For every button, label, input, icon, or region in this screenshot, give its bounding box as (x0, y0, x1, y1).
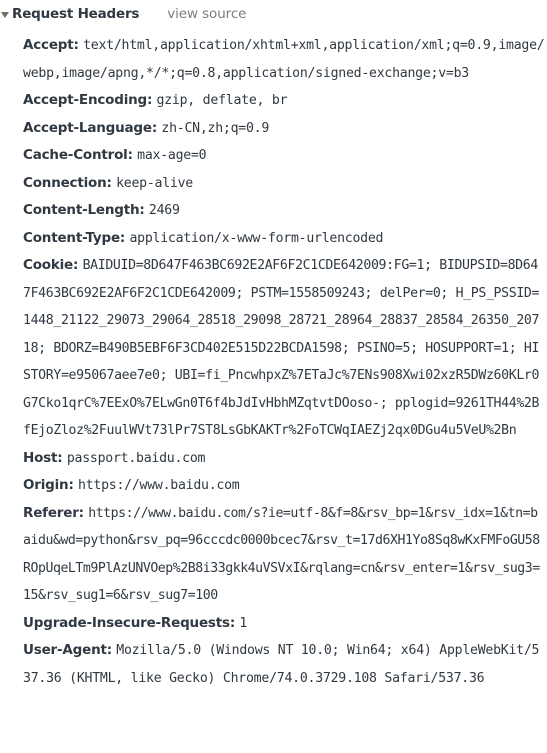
header-value: https://www.baidu.com/s?ie=utf-8&f=8&rsv… (23, 505, 540, 604)
header-row-accept-encoding[interactable]: Accept-Encoding: gzip, deflate, br (23, 87, 545, 115)
header-value: zh-CN,zh;q=0.9 (161, 120, 270, 136)
header-name: Cache-Control: (23, 147, 133, 163)
request-headers-section-header[interactable]: Request Headers view source (0, 2, 246, 26)
header-value: passport.baidu.com (66, 450, 206, 466)
header-row-connection[interactable]: Connection: keep-alive (23, 170, 545, 198)
header-name: Content-Length: (23, 202, 145, 218)
header-value: max-age=0 (137, 148, 207, 163)
header-name: Connection: (23, 174, 112, 191)
header-row-referer[interactable]: Referer: https://www.baidu.com/s?ie=utf-… (23, 500, 545, 610)
header-value: application/x-www-form-urlencoded (129, 230, 384, 246)
header-name: Content-Type: (23, 229, 126, 246)
request-headers-list: Accept: text/html,application/xhtml+xml,… (23, 32, 545, 692)
header-row-host[interactable]: Host: passport.baidu.com (23, 445, 545, 473)
header-name: Accept-Language: (23, 119, 158, 136)
header-value: text/html,application/xhtml+xml,applicat… (23, 38, 545, 81)
header-value: 2469 (148, 203, 180, 218)
header-row-user-agent[interactable]: User-Agent: Mozilla/5.0 (Windows NT 10.0… (23, 637, 545, 692)
header-row-content-type[interactable]: Content-Type: application/x-www-form-url… (23, 225, 545, 253)
header-name: Referer: (23, 504, 84, 521)
header-row-cookie[interactable]: Cookie: BAIDUID=8D647F463BC692E2AF6F2C1C… (23, 252, 545, 445)
header-value: https://www.baidu.com (78, 478, 240, 493)
header-name: Upgrade-Insecure-Requests: (23, 614, 236, 631)
header-row-accept[interactable]: Accept: text/html,application/xhtml+xml,… (23, 32, 545, 87)
header-row-cache-control[interactable]: Cache-Control: max-age=0 (23, 142, 545, 170)
header-value: gzip, deflate, br (156, 93, 288, 108)
header-row-origin[interactable]: Origin: https://www.baidu.com (23, 472, 545, 500)
view-source-link[interactable]: view source (167, 6, 246, 22)
header-name: User-Agent: (23, 642, 112, 658)
header-name: Accept: (23, 37, 79, 53)
header-value: keep-alive (116, 175, 193, 191)
header-name: Host: (23, 449, 63, 466)
header-value: 1 (239, 615, 248, 631)
header-row-upgrade-insecure-requests[interactable]: Upgrade-Insecure-Requests: 1 (23, 610, 545, 638)
section-title: Request Headers (12, 6, 140, 22)
header-name: Origin: (23, 477, 74, 493)
header-value: BAIDUID=8D647F463BC692E2AF6F2C1CDE642009… (23, 258, 540, 438)
header-row-content-length[interactable]: Content-Length: 2469 (23, 197, 545, 225)
disclosure-triangle-down-icon[interactable] (1, 11, 9, 18)
header-row-accept-language[interactable]: Accept-Language: zh-CN,zh;q=0.9 (23, 115, 545, 143)
header-name: Accept-Encoding: (23, 92, 153, 108)
header-name: Cookie: (23, 257, 79, 273)
